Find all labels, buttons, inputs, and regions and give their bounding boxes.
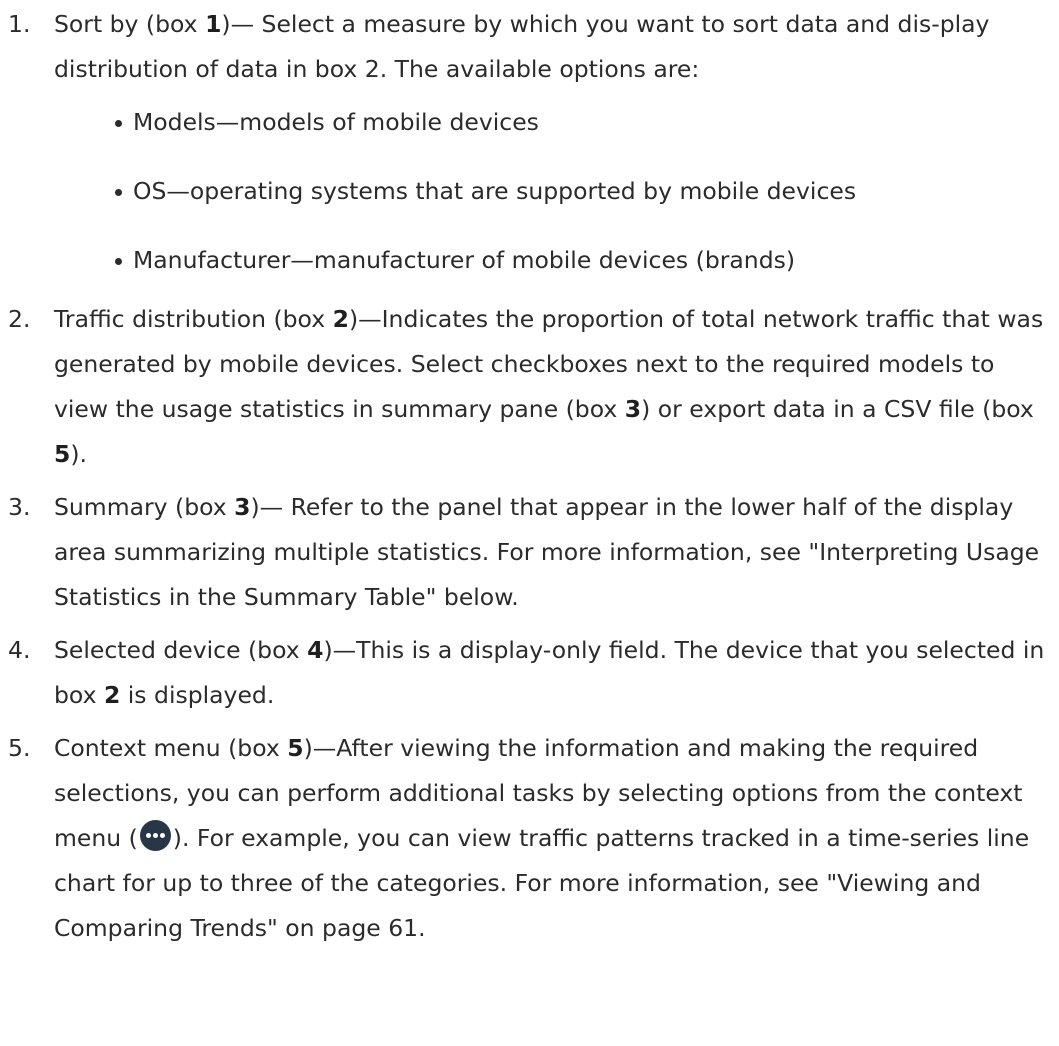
item-text: ) or export data in a CSV file (box bbox=[641, 395, 1034, 423]
document-body: 1. Sort by (box 1)— Select a measure by … bbox=[0, 0, 1059, 959]
option-os: OS—operating systems that are supported … bbox=[54, 169, 1053, 214]
box-number: 1 bbox=[205, 10, 222, 38]
list-item-summary: 3. Summary (box 3)— Refer to the panel t… bbox=[0, 485, 1059, 620]
more-options-icon bbox=[139, 820, 171, 851]
item-text: Context menu (box bbox=[54, 734, 288, 762]
list-item-sort-by: 1. Sort by (box 1)— Select a measure by … bbox=[0, 2, 1059, 283]
list-number: 1. bbox=[8, 10, 31, 38]
box-number: 3 bbox=[624, 395, 642, 423]
box-number: 3 bbox=[234, 493, 251, 521]
box-number: 4 bbox=[307, 636, 324, 664]
list-number: 5. bbox=[8, 734, 31, 762]
options-list: Models—models of mobile devices OS—opera… bbox=[54, 100, 1053, 283]
list-item-traffic-distribution: 2. Traffic distribution (box 2)—Indicate… bbox=[0, 297, 1059, 477]
option-text: OS—operating systems that are supported … bbox=[133, 177, 857, 205]
item-text: Summary (box bbox=[54, 493, 235, 521]
bullet-icon bbox=[115, 258, 122, 265]
box-number: 2 bbox=[103, 681, 121, 709]
box-number: 5 bbox=[287, 734, 304, 762]
list-item-context-menu: 5. Context menu (box 5)—After viewing th… bbox=[0, 726, 1059, 951]
item-text: Sort by (box bbox=[54, 10, 206, 38]
box-number: 2 bbox=[332, 305, 349, 333]
list-number: 3. bbox=[8, 493, 31, 521]
list-number: 2. bbox=[8, 305, 31, 333]
option-text: Models—models of mobile devices bbox=[133, 108, 539, 136]
item-text: is displayed. bbox=[120, 681, 275, 709]
bullet-icon bbox=[115, 120, 122, 127]
option-manufacturer: Manufacturer—manufacturer of mobile devi… bbox=[54, 238, 1053, 283]
list-number: 4. bbox=[8, 636, 31, 664]
option-text: Manufacturer—manufacturer of mobile devi… bbox=[133, 246, 796, 274]
option-models: Models—models of mobile devices bbox=[54, 100, 1053, 145]
item-text: Selected device (box bbox=[54, 636, 308, 664]
box-number: 5 bbox=[54, 440, 71, 468]
item-text: ). For example, you can view traffic pat… bbox=[54, 824, 1030, 942]
item-text: Traffic distribution (box bbox=[54, 305, 333, 333]
list-item-selected-device: 4. Selected device (box 4)—This is a dis… bbox=[0, 628, 1059, 718]
item-text: ). bbox=[70, 440, 87, 468]
bullet-icon bbox=[115, 189, 122, 196]
